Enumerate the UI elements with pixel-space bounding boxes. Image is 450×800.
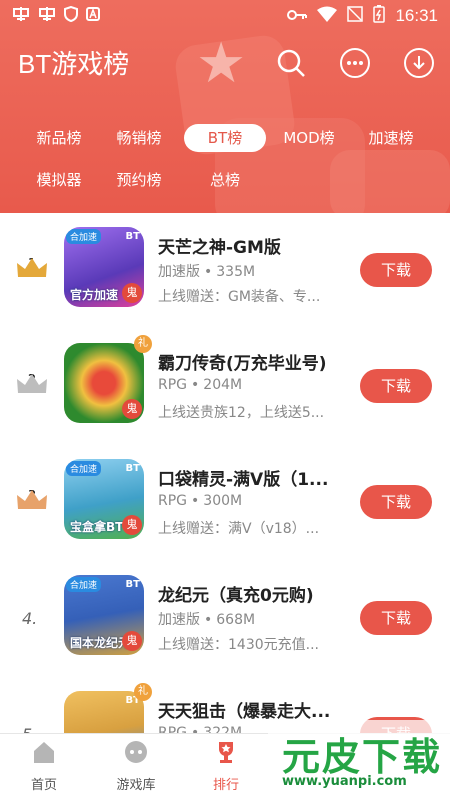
download-button[interactable]: 下载 <box>360 485 432 519</box>
tab-accelerate[interactable]: 加速榜 <box>358 124 424 152</box>
app-icon[interactable]: 鬼 <box>64 343 144 423</box>
list-item[interactable]: 1 合加速 BT 官方加速 鬼 天芒之神-GM版 加速版•335M 上线赠送：G… <box>0 213 450 329</box>
app-name: 霸刀传奇(万充毕业号) <box>158 354 327 374</box>
header: ★ 16:31 BT游戏榜 新品榜 畅销榜 BT榜 MOD榜 加速榜 模拟器 预… <box>0 0 450 213</box>
app-name: 龙纪元（真充0元购) <box>158 586 314 606</box>
shield-icon <box>64 5 78 26</box>
app-name: 天天狙击（爆暴走大... <box>158 702 331 722</box>
watermark: 元皮下载 www.yuanpi.com <box>268 720 450 800</box>
app-description: 上线赠送：GM装备、专... <box>158 289 321 305</box>
app-meta: RPG • 300M <box>158 493 243 509</box>
ghost-badge-icon: 鬼 <box>122 399 142 419</box>
tab-bestselling[interactable]: 畅销榜 <box>106 124 172 152</box>
rank-badge: 2 <box>16 373 48 399</box>
app-meta: RPG • 322M <box>158 725 243 733</box>
app-meta: 加速版 • 335M <box>158 264 256 280</box>
key-icon <box>287 7 308 25</box>
wifi-icon <box>317 6 338 26</box>
app-meta: 加速版 • 668M <box>158 612 256 628</box>
app-name: 口袋精灵-满V版（1... <box>158 470 329 490</box>
ghost-badge-icon: 鬼 <box>122 283 142 303</box>
status-bar: 16:31 <box>0 0 450 32</box>
trophy-icon <box>219 742 233 763</box>
app-icon[interactable]: 合加速 BT 官方加速 鬼 <box>64 227 144 307</box>
a-icon <box>86 7 100 25</box>
ghost-badge-icon: 鬼 <box>122 631 142 651</box>
ranking-list: 1 合加速 BT 官方加速 鬼 天芒之神-GM版 加速版•335M 上线赠送：G… <box>0 213 450 733</box>
nav-home[interactable]: 首页 <box>14 740 74 793</box>
rank-number: 4. <box>22 609 38 628</box>
ghost-badge-icon: 鬼 <box>122 515 142 535</box>
clock: 16:31 <box>395 6 438 25</box>
app-icon[interactable]: 合加速 BT 宝盒拿BT 鬼 <box>64 459 144 539</box>
app-icon[interactable]: BT <box>64 691 144 733</box>
list-item[interactable]: 3 合加速 BT 宝盒拿BT 鬼 口袋精灵-满V版（1... RPG•300M … <box>0 445 450 561</box>
tab-emulator[interactable]: 模拟器 <box>26 166 92 194</box>
search-icon[interactable] <box>276 48 306 78</box>
app-description: 上线赠送：满V（v18）... <box>158 521 320 537</box>
crown-icon <box>17 374 47 393</box>
tab-bt[interactable]: BT榜 <box>184 124 266 152</box>
rank-badge: 3 <box>16 489 48 515</box>
message-icon[interactable] <box>340 48 370 78</box>
list-item[interactable]: 4. 合加速 BT 国本龙纪元 鬼 龙纪元（真充0元购) 加速版 • 668M 上线… <box>0 561 450 677</box>
download-button[interactable]: 下载 <box>360 369 432 403</box>
star-decoration-icon: ★ <box>196 31 247 96</box>
download-button[interactable]: 下载 <box>360 253 432 287</box>
rank-number: 5 <box>22 725 32 733</box>
gift-badge-icon: 礼 <box>134 335 152 353</box>
app-meta: RPG • 204M <box>158 377 243 393</box>
download-button[interactable]: 下载 <box>360 601 432 635</box>
tab-reservation[interactable]: 预约榜 <box>106 166 172 194</box>
nav-ranking[interactable]: 排行 <box>196 740 256 793</box>
page-title: BT游戏榜 <box>18 49 130 79</box>
app-icon[interactable]: 合加速 BT 国本龙纪元 鬼 <box>64 575 144 655</box>
tab-overall[interactable]: 总榜 <box>192 166 258 194</box>
nav-game-library[interactable]: 游戏库 <box>106 740 166 793</box>
crown-icon <box>17 258 47 277</box>
tab-mod[interactable]: MOD榜 <box>276 124 342 152</box>
crown-icon <box>17 490 47 509</box>
app-notify-icon <box>12 6 30 26</box>
tab-new[interactable]: 新品榜 <box>26 124 92 152</box>
rank-badge: 1 <box>16 257 48 283</box>
list-item[interactable]: 2 鬼 礼 霸刀传奇(万充毕业号) RPG•204M 上线送贵族12，上线送5.… <box>0 329 450 445</box>
no-signal-icon <box>347 6 364 26</box>
battery-icon <box>373 5 386 27</box>
home-icon <box>34 742 54 763</box>
header-decoration <box>330 150 450 213</box>
gamepad-icon <box>125 741 147 763</box>
app-notify-icon <box>38 6 56 26</box>
gift-badge-icon: 礼 <box>134 683 152 701</box>
app-description: 上线送贵族12，上线送5... <box>158 405 325 421</box>
app-description: 上线赠送：1430元充值... <box>158 637 319 653</box>
download-icon[interactable] <box>404 48 434 78</box>
app-name: 天芒之神-GM版 <box>158 238 281 258</box>
